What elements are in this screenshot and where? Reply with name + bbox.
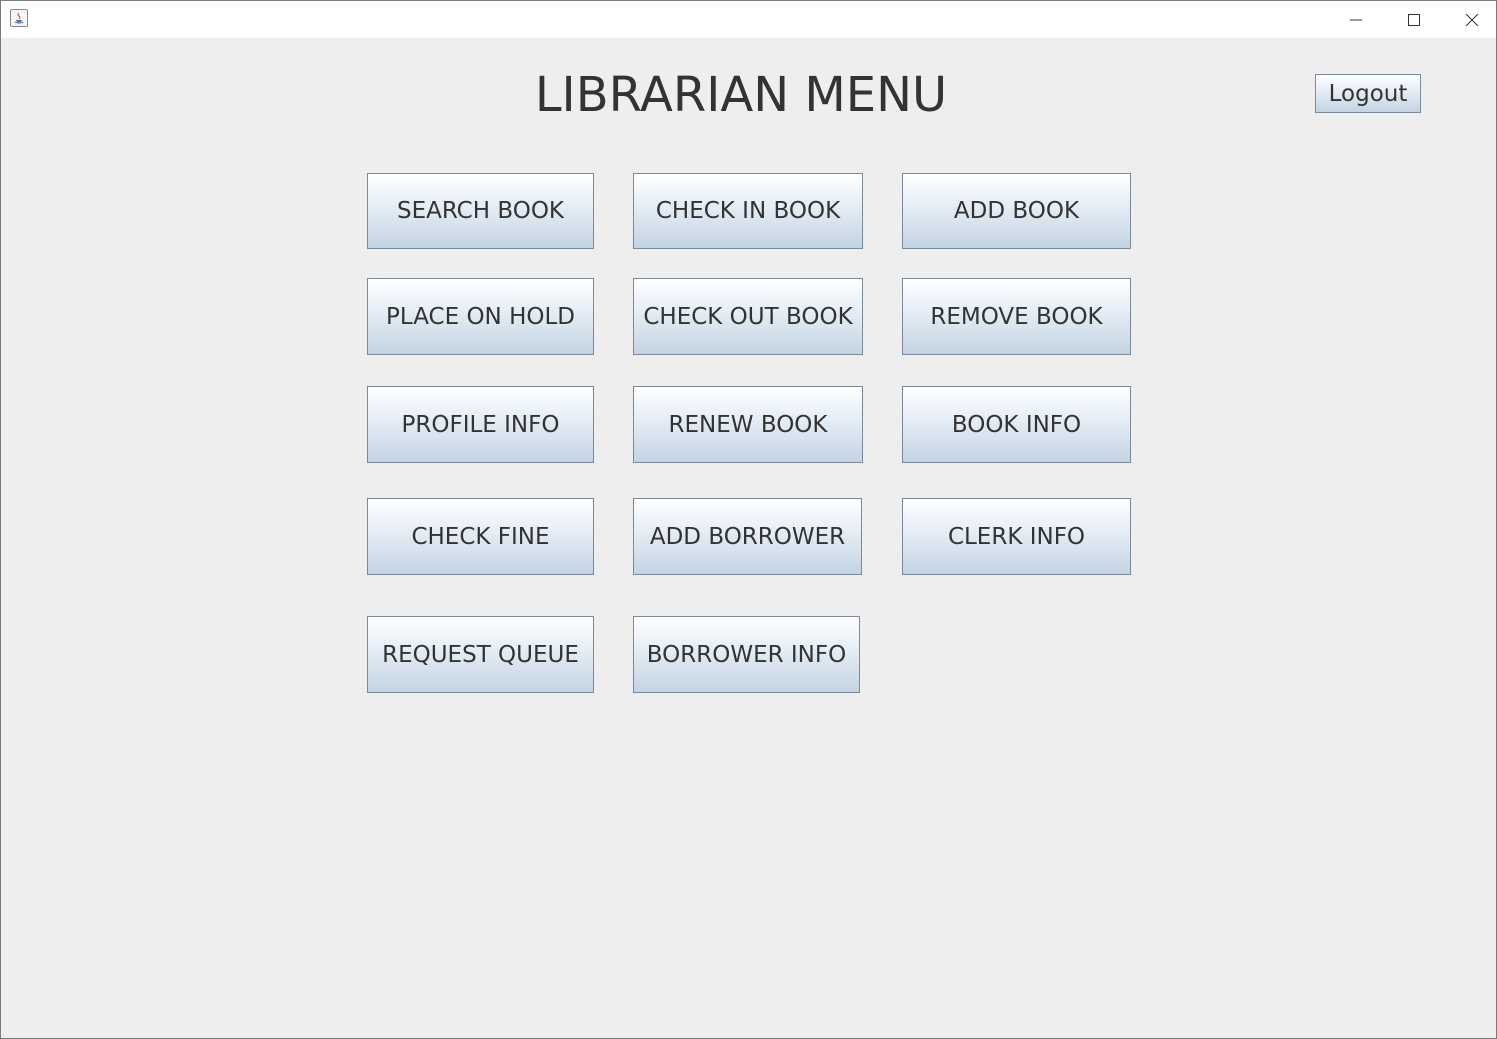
check-fine-button[interactable]: CHECK FINE	[367, 498, 594, 575]
logout-button[interactable]: Logout	[1315, 74, 1421, 113]
add-book-button[interactable]: ADD BOOK	[902, 173, 1131, 249]
maximize-button[interactable]	[1385, 1, 1443, 38]
close-button[interactable]	[1443, 1, 1497, 38]
check-out-book-button[interactable]: CHECK OUT BOOK	[633, 278, 863, 355]
close-icon	[1466, 13, 1478, 26]
request-queue-button[interactable]: REQUEST QUEUE	[367, 616, 594, 693]
add-borrower-button[interactable]: ADD BORROWER	[633, 498, 862, 575]
page-title: LIBRARIAN MENU	[534, 67, 948, 123]
borrower-info-button[interactable]: BORROWER INFO	[633, 616, 860, 693]
minimize-button[interactable]	[1327, 1, 1385, 38]
remove-book-button[interactable]: REMOVE BOOK	[902, 278, 1131, 355]
check-in-book-button[interactable]: CHECK IN BOOK	[633, 173, 863, 249]
title-bar[interactable]	[1, 1, 1496, 38]
renew-book-button[interactable]: RENEW BOOK	[633, 386, 863, 463]
profile-info-button[interactable]: PROFILE INFO	[367, 386, 594, 463]
application-window: LIBRARIAN MENU Logout SEARCH BOOK CHECK …	[0, 0, 1497, 1039]
place-on-hold-button[interactable]: PLACE ON HOLD	[367, 278, 594, 355]
clerk-info-button[interactable]: CLERK INFO	[902, 498, 1131, 575]
search-book-button[interactable]: SEARCH BOOK	[367, 173, 594, 249]
book-info-button[interactable]: BOOK INFO	[902, 386, 1131, 463]
maximize-icon	[1408, 13, 1420, 26]
java-app-icon[interactable]	[10, 9, 28, 27]
minimize-icon	[1350, 14, 1362, 26]
